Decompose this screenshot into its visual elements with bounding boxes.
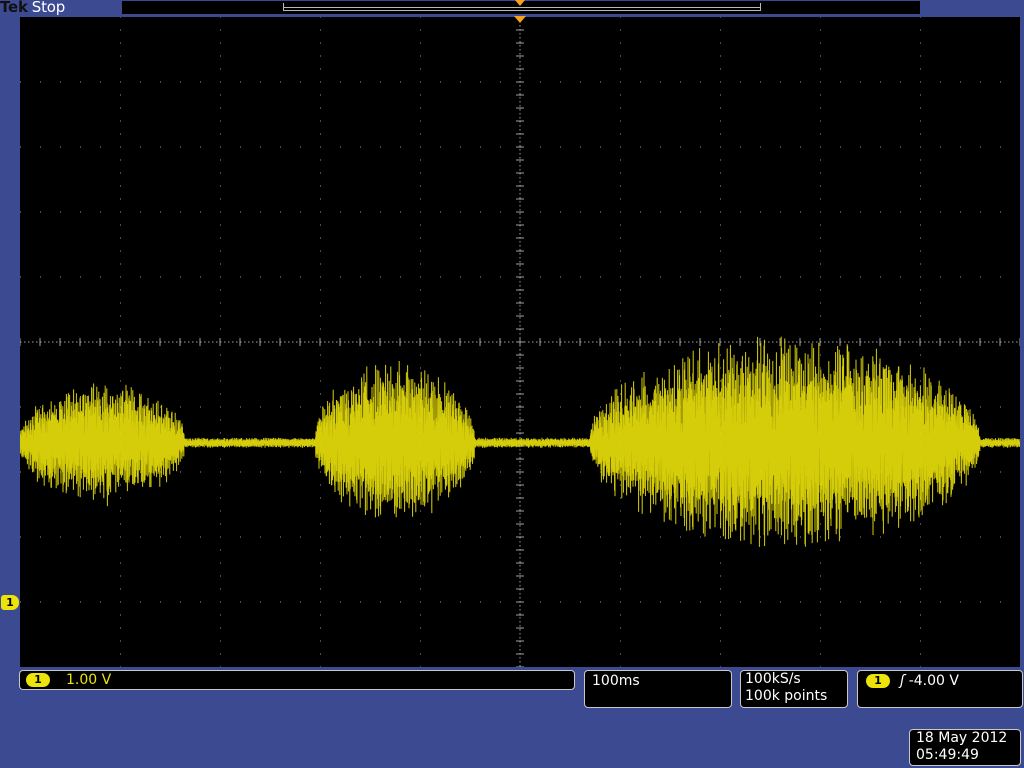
acquisition-state[interactable]: Stop: [32, 0, 66, 16]
trigger-level: -4.00 V: [908, 673, 959, 689]
record-length: 100k points: [745, 688, 828, 704]
horizontal-readout[interactable]: 100ms: [584, 670, 732, 708]
date-label: 18 May 2012: [916, 730, 1008, 746]
status-bar: Tek Stop: [0, 0, 1024, 16]
channel-1-ground-marker[interactable]: 1: [1, 595, 19, 610]
date-time-readout: 18 May 2012 05:49:49: [909, 729, 1021, 766]
trigger-source-badge: 1: [866, 674, 890, 688]
brand-label: Tek Stop: [0, 0, 65, 16]
sample-rate: 100kS/s: [745, 671, 801, 687]
timebase-value: 100ms: [592, 673, 640, 689]
channel-1-scale: 1.00 V: [66, 672, 112, 688]
trigger-point-icon[interactable]: [514, 16, 526, 23]
channel-1-readout[interactable]: 1 1.00 V: [19, 670, 575, 690]
channel-1-badge: 1: [26, 673, 50, 687]
graticule-display[interactable]: [20, 17, 1020, 667]
rising-edge-icon: ʃ: [900, 673, 905, 689]
acquisition-readout[interactable]: 100kS/s 100k points: [740, 670, 848, 708]
trigger-position-icon: [515, 0, 525, 6]
time-label: 05:49:49: [916, 747, 979, 763]
trigger-readout[interactable]: 1 ʃ -4.00 V: [857, 670, 1023, 708]
tek-logo: Tek: [0, 0, 28, 16]
waveform-plot: [20, 17, 1020, 667]
